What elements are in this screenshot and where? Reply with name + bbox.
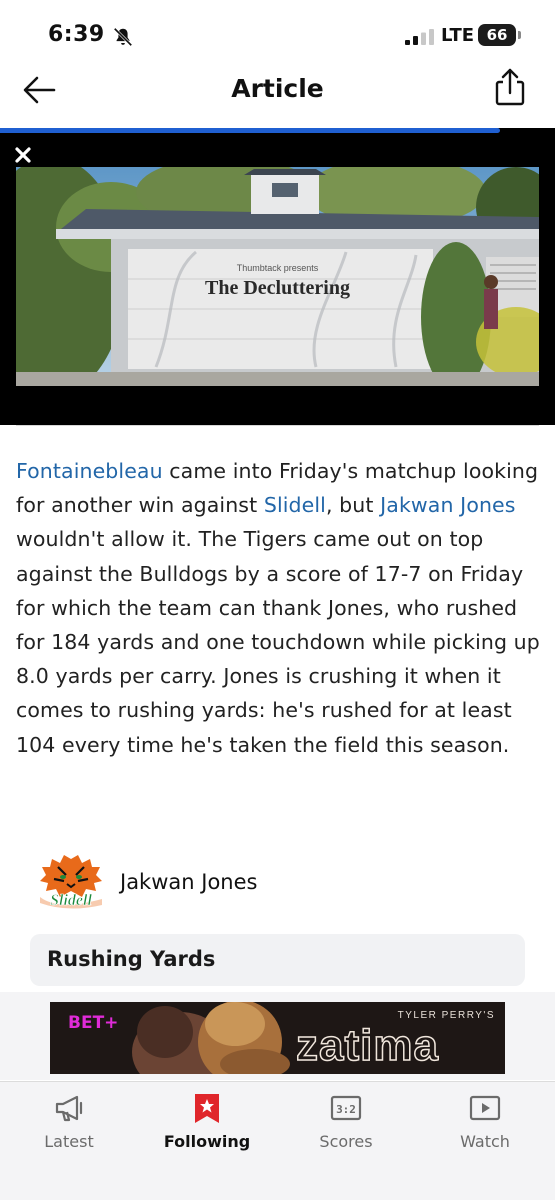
scoreboard-icon: 3:2 xyxy=(330,1095,362,1121)
team-link-fontainebleau[interactable]: Fontainebleau xyxy=(16,459,163,483)
player-row[interactable]: Slidell Jakwan Jones xyxy=(38,853,518,913)
video-ad[interactable]: Thumbtack presents The Decluttering xyxy=(0,133,555,425)
bell-slash-icon xyxy=(113,27,133,47)
play-icon xyxy=(469,1095,501,1121)
stat-card: Rushing Yards xyxy=(30,934,525,986)
ad-area: BET+ TYLER PERRY'S zatima xyxy=(0,992,555,1080)
tab-scores[interactable]: 3:2 Scores xyxy=(286,1092,406,1151)
ad-brand-logo: BET+ xyxy=(68,1013,119,1033)
svg-text:3:2: 3:2 xyxy=(336,1103,356,1116)
ad-tagline: TYLER PERRY'S xyxy=(397,1010,495,1021)
team-logo: Slidell xyxy=(40,855,102,909)
close-icon[interactable] xyxy=(14,146,32,164)
stat-label: Rushing Yards xyxy=(47,947,216,971)
article-text: , but xyxy=(325,493,381,518)
tab-latest[interactable]: Latest xyxy=(9,1092,129,1151)
banner-ad[interactable]: BET+ TYLER PERRY'S zatima xyxy=(50,1002,505,1074)
article-body: Fontainebleau came into Friday's matchup… xyxy=(16,454,542,762)
tab-label: Scores xyxy=(319,1132,373,1151)
network-type: LTE xyxy=(441,25,475,46)
cellular-signal-icon xyxy=(405,29,434,45)
ad-title: zatima xyxy=(295,1021,439,1070)
tab-label: Watch xyxy=(460,1132,510,1151)
team-link-slidell[interactable]: Slidell xyxy=(264,493,326,517)
bookmark-star-icon xyxy=(195,1094,219,1123)
tab-following[interactable]: Following xyxy=(147,1092,267,1151)
player-name[interactable]: Jakwan Jones xyxy=(120,870,257,894)
tab-watch[interactable]: Watch xyxy=(425,1092,545,1151)
article-text: wouldn't allow it. The Tigers came out o… xyxy=(16,527,540,757)
page-title: Article xyxy=(231,74,324,103)
tab-label: Latest xyxy=(44,1132,94,1151)
team-logo-text: Slidell xyxy=(50,892,92,909)
nav-bar: Article xyxy=(0,60,555,128)
player-link-jakwan-jones[interactable]: Jakwan Jones xyxy=(380,493,515,517)
share-icon[interactable] xyxy=(492,66,528,108)
status-bar: 6:39 LTE 66 xyxy=(0,0,555,60)
divider xyxy=(16,425,539,426)
status-time: 6:39 xyxy=(48,22,105,47)
tab-label: Following xyxy=(163,1132,251,1151)
megaphone-icon xyxy=(55,1095,83,1122)
video-frame[interactable] xyxy=(16,167,539,386)
tab-bar: Latest Following 3:2 Scores Watch xyxy=(0,1081,555,1200)
battery-indicator: 66 xyxy=(478,24,521,46)
